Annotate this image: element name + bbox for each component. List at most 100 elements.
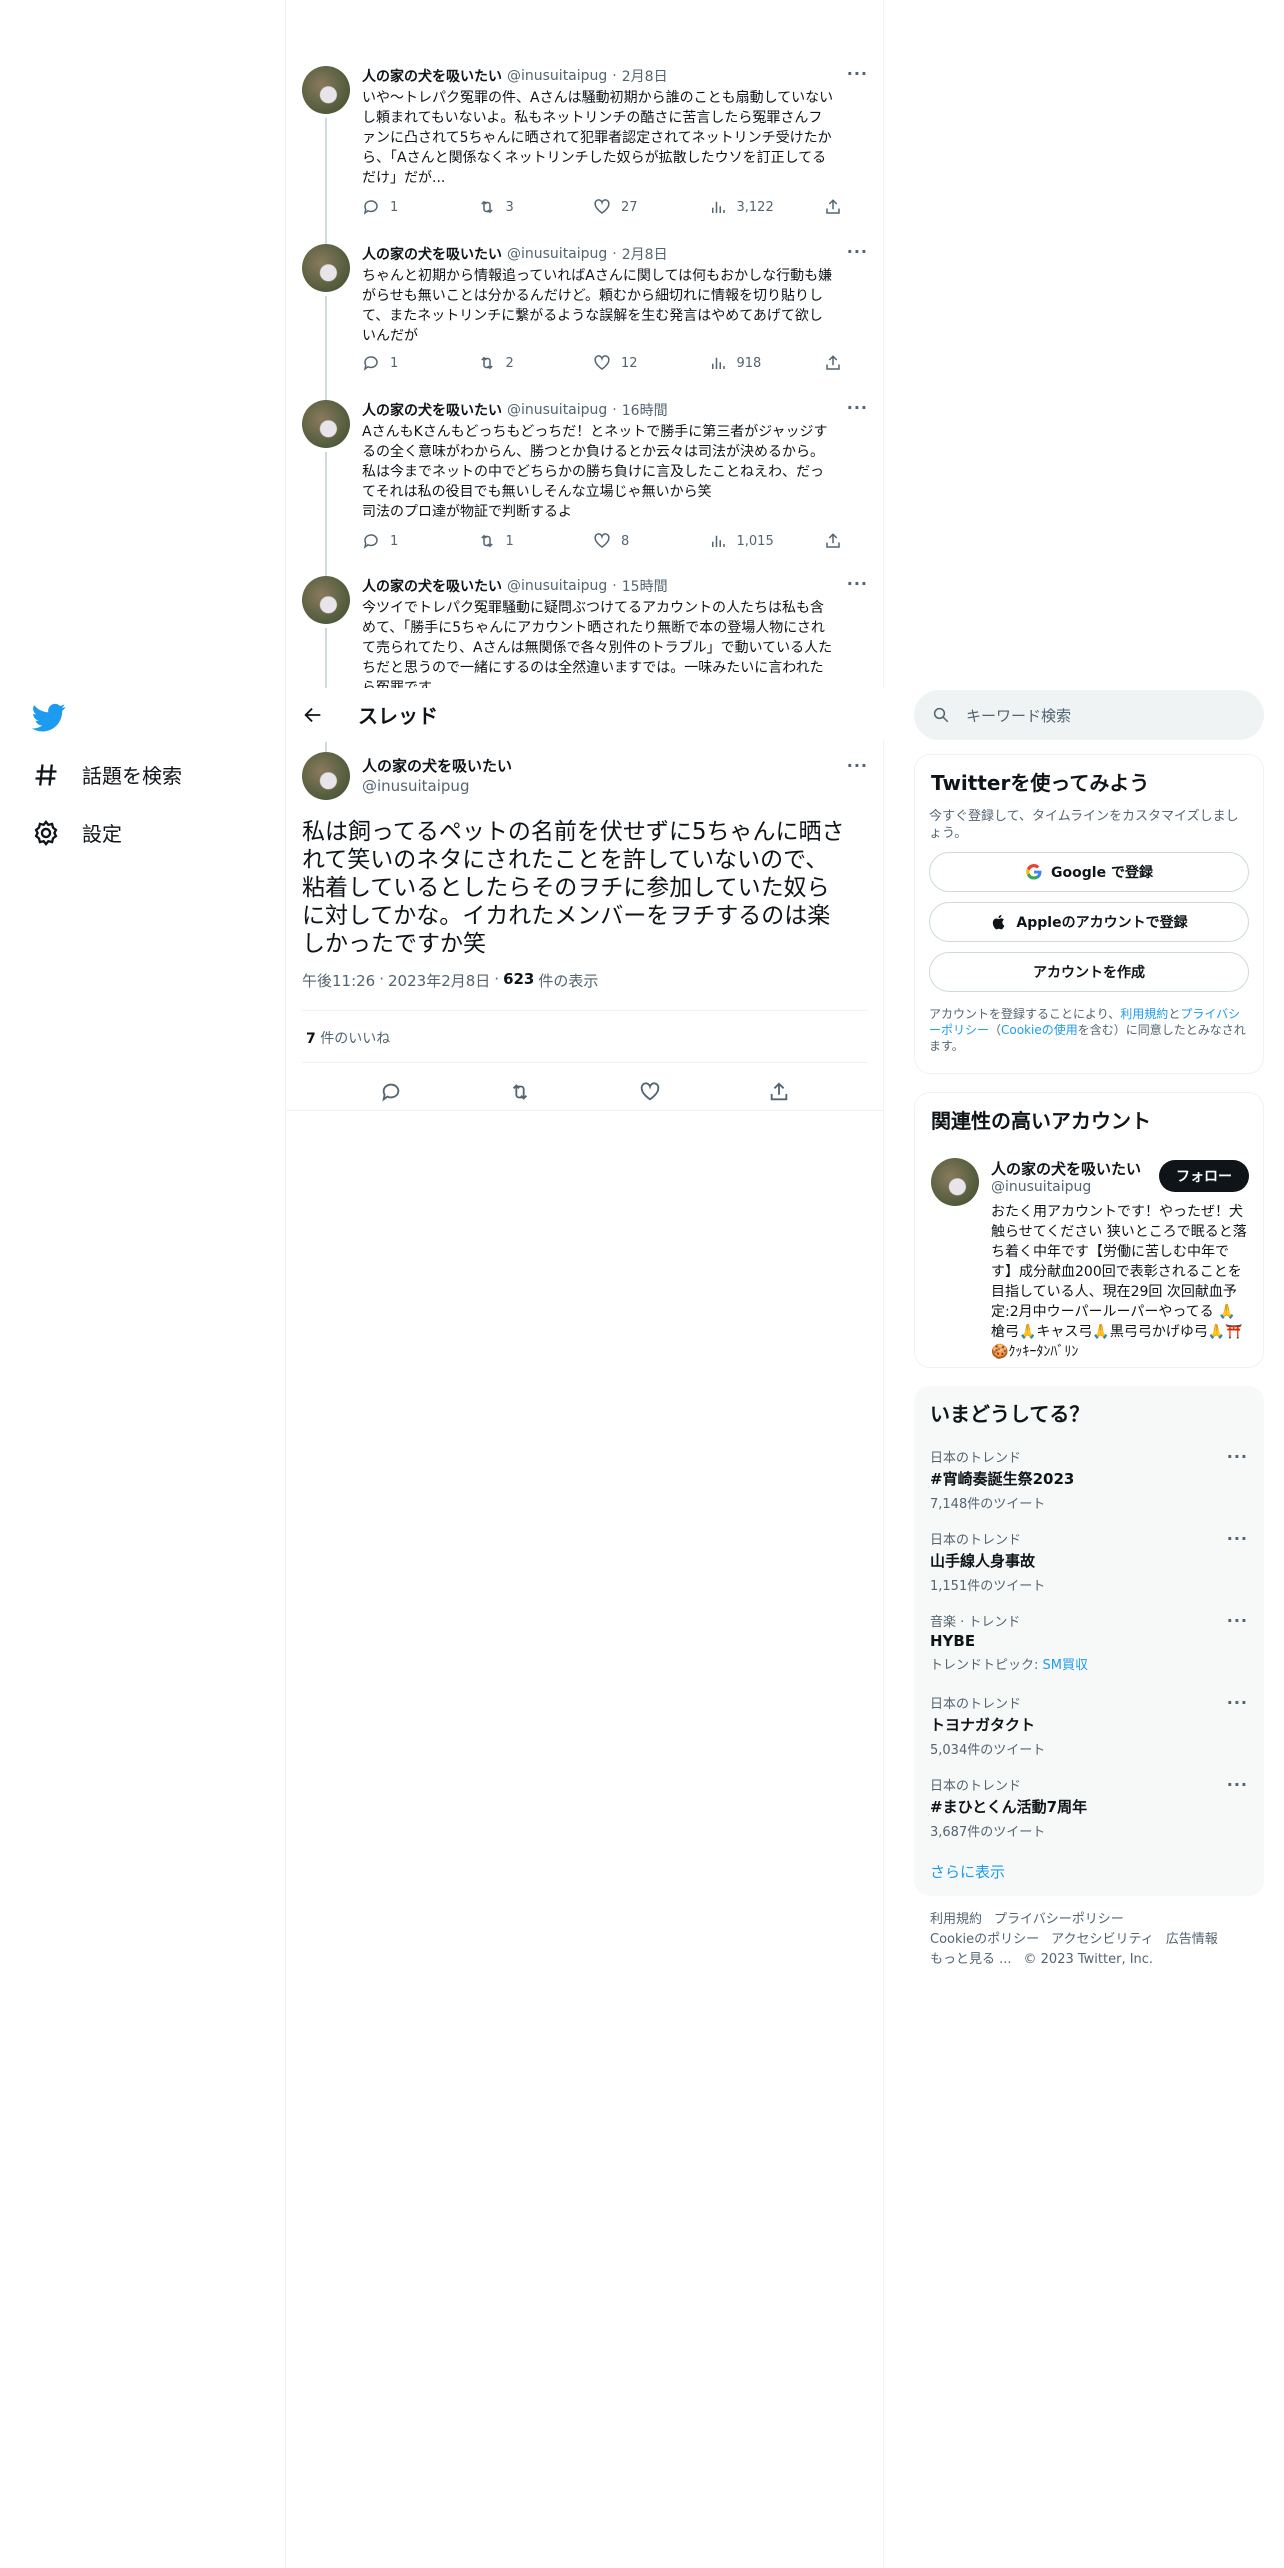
author-name[interactable]: 人の家の犬を吸いたい [362, 400, 502, 420]
related-account[interactable]: 人の家の犬を吸いたい @inusuitaipug フォロー おたく用アカウントで… [915, 1146, 1263, 1360]
retweet-count: 3 [505, 199, 514, 215]
tweet-time[interactable]: 16時間 [622, 400, 668, 420]
search-input[interactable]: キーワード検索 [966, 705, 1071, 726]
views-count: 1,015 [736, 533, 774, 549]
author-name[interactable]: 人の家の犬を吸いたい [362, 576, 502, 596]
author-name[interactable]: 人の家の犬を吸いたい [362, 244, 502, 264]
author-handle[interactable]: @inusuitaipug [507, 246, 607, 262]
more-icon[interactable]: ··· [847, 576, 868, 593]
author-name[interactable]: 人の家の犬を吸いたい [362, 66, 502, 86]
trend-topic-label: トレンドトピック: [930, 1658, 1043, 1673]
retweet-icon[interactable] [509, 1081, 531, 1103]
likes-summary[interactable]: 7 件のいいね [306, 1028, 390, 1048]
footer-more[interactable]: もっと見る ... [930, 1952, 1012, 1967]
tweet[interactable]: 人の家の犬を吸いたい @inusuitaipug · 2月8日 ··· いや〜ト… [286, 64, 884, 248]
related-name[interactable]: 人の家の犬を吸いたい [991, 1158, 1141, 1179]
nav-explore[interactable]: 話題を検索 [32, 760, 182, 789]
share-icon[interactable] [768, 1081, 790, 1103]
author-handle[interactable]: @inusuitaipug [507, 402, 607, 418]
like-button[interactable]: 27 [593, 198, 673, 216]
show-more-link[interactable]: さらに表示 [914, 1849, 1264, 1902]
follow-button[interactable]: フォロー [1159, 1160, 1249, 1192]
more-icon[interactable]: ··· [1227, 1775, 1248, 1794]
share-button[interactable] [824, 354, 844, 372]
avatar[interactable] [302, 752, 350, 800]
share-button[interactable] [824, 198, 844, 216]
more-icon[interactable]: ··· [1227, 1447, 1248, 1466]
tweet-date[interactable]: 2023年2月8日 [388, 970, 490, 991]
avatar[interactable] [302, 66, 350, 114]
tweet[interactable]: 人の家の犬を吸いたい @inusuitaipug · 2月8日 ··· ちゃんと… [286, 242, 884, 406]
avatar[interactable] [302, 244, 350, 292]
more-icon[interactable]: ··· [847, 398, 868, 417]
trends-card: いまどうしてる？ 日本のトレンド #宵崎奏誕生祭2023 7,148件のツイート… [914, 1386, 1264, 1896]
heart-icon[interactable] [639, 1081, 661, 1103]
author-name[interactable]: 人の家の犬を吸いたい [362, 755, 512, 776]
nav-settings[interactable]: 設定 [32, 818, 122, 847]
like-button[interactable]: 12 [593, 354, 673, 372]
google-signup-button[interactable]: Google で登録 [929, 852, 1249, 892]
retweet-button[interactable]: 1 [478, 532, 558, 550]
more-icon[interactable]: ··· [1227, 1611, 1248, 1630]
trend-item[interactable]: 日本のトレンド 山手線人身事故 1,151件のツイート ··· [914, 1521, 1264, 1603]
avatar[interactable] [302, 576, 350, 624]
cookie-link[interactable]: Cookieの使用 [1001, 1023, 1078, 1037]
trend-item[interactable]: 日本のトレンド トヨナガタクト 5,034件のツイート ··· [914, 1685, 1264, 1767]
signup-legal: アカウントを登録することにより、利用規約とプライバシーポリシー（Cookieの使… [915, 992, 1263, 1070]
author-handle[interactable]: @inusuitaipug [507, 578, 607, 594]
footer-terms[interactable]: 利用規約 [930, 1912, 982, 1927]
terms-link[interactable]: 利用規約 [1120, 1007, 1168, 1021]
thread-line [325, 118, 327, 248]
tweet-actions: 1 3 27 3,122 [362, 198, 844, 216]
tweet-time[interactable]: 午後11:26 [302, 970, 375, 991]
views-button[interactable]: 3,122 [709, 198, 789, 216]
reply-button[interactable]: 1 [362, 532, 442, 550]
trend-item[interactable]: 音楽 · トレンド HYBE トレンドトピック: SM買収 ··· [914, 1603, 1264, 1685]
reply-button[interactable]: 1 [362, 198, 442, 216]
thread-line [325, 742, 327, 752]
retweet-icon [480, 200, 493, 214]
related-handle[interactable]: @inusuitaipug [991, 1179, 1091, 1195]
footer-cookie[interactable]: Cookieのポリシー [930, 1932, 1039, 1947]
tweet-time[interactable]: 15時間 [622, 576, 668, 596]
create-account-button[interactable]: アカウントを作成 [929, 952, 1249, 992]
more-icon[interactable]: ··· [847, 242, 868, 261]
tweet-actions [286, 1070, 884, 1114]
more-icon[interactable]: ··· [1227, 1693, 1248, 1712]
twitter-bird-icon[interactable] [32, 700, 66, 734]
avatar[interactable] [931, 1158, 979, 1206]
trend-item[interactable]: 日本のトレンド #宵崎奏誕生祭2023 7,148件のツイート ··· [914, 1439, 1264, 1521]
footer-privacy[interactable]: プライバシーポリシー [994, 1912, 1124, 1927]
search-bar[interactable]: キーワード検索 [914, 690, 1264, 740]
retweet-button[interactable]: 2 [478, 354, 558, 372]
separator-dot: · [612, 246, 617, 262]
avatar[interactable] [302, 400, 350, 448]
create-account-label: アカウントを作成 [1033, 965, 1145, 981]
trend-count: 3,687件のツイート [930, 1825, 1046, 1840]
tweet[interactable]: 人の家の犬を吸いたい @inusuitaipug · 16時間 ··· Aさんも… [286, 398, 884, 576]
author-handle[interactable]: @inusuitaipug [362, 777, 469, 795]
more-icon[interactable]: ··· [847, 756, 868, 775]
views-button[interactable]: 1,015 [709, 532, 789, 550]
views-button[interactable]: 918 [709, 354, 789, 372]
retweet-button[interactable]: 3 [478, 198, 558, 216]
share-button[interactable] [824, 532, 844, 550]
tweet-header: 人の家の犬を吸いたい @inusuitaipug · 2月8日 [362, 66, 868, 86]
trend-topic-link[interactable]: SM買収 [1043, 1658, 1088, 1673]
reply-icon[interactable] [380, 1081, 402, 1103]
reply-count: 1 [390, 533, 399, 549]
more-icon[interactable]: ··· [1227, 1529, 1248, 1548]
author-handle[interactable]: @inusuitaipug [507, 68, 607, 84]
reply-button[interactable]: 1 [362, 354, 442, 372]
tweet[interactable]: 人の家の犬を吸いたい @inusuitaipug · 15時間 ··· 今ツイで… [286, 576, 884, 688]
tweet-text: 私は飼ってるペットの名前を伏せずに5ちゃんに晒さ れて笑いのネタにされたことを許… [302, 819, 845, 957]
more-icon[interactable]: ··· [847, 64, 868, 83]
tweet-time[interactable]: 2月8日 [622, 66, 668, 86]
apple-signup-button[interactable]: Appleのアカウントで登録 [929, 902, 1249, 942]
footer-ads[interactable]: 広告情報 [1166, 1932, 1218, 1947]
like-button[interactable]: 8 [593, 532, 673, 550]
trend-item[interactable]: 日本のトレンド #まひとくん活動7周年 3,687件のツイート ··· [914, 1767, 1264, 1849]
back-arrow-icon[interactable] [302, 704, 324, 726]
tweet-time[interactable]: 2月8日 [622, 244, 668, 264]
footer-accessibility[interactable]: アクセシビリティ [1051, 1932, 1154, 1947]
